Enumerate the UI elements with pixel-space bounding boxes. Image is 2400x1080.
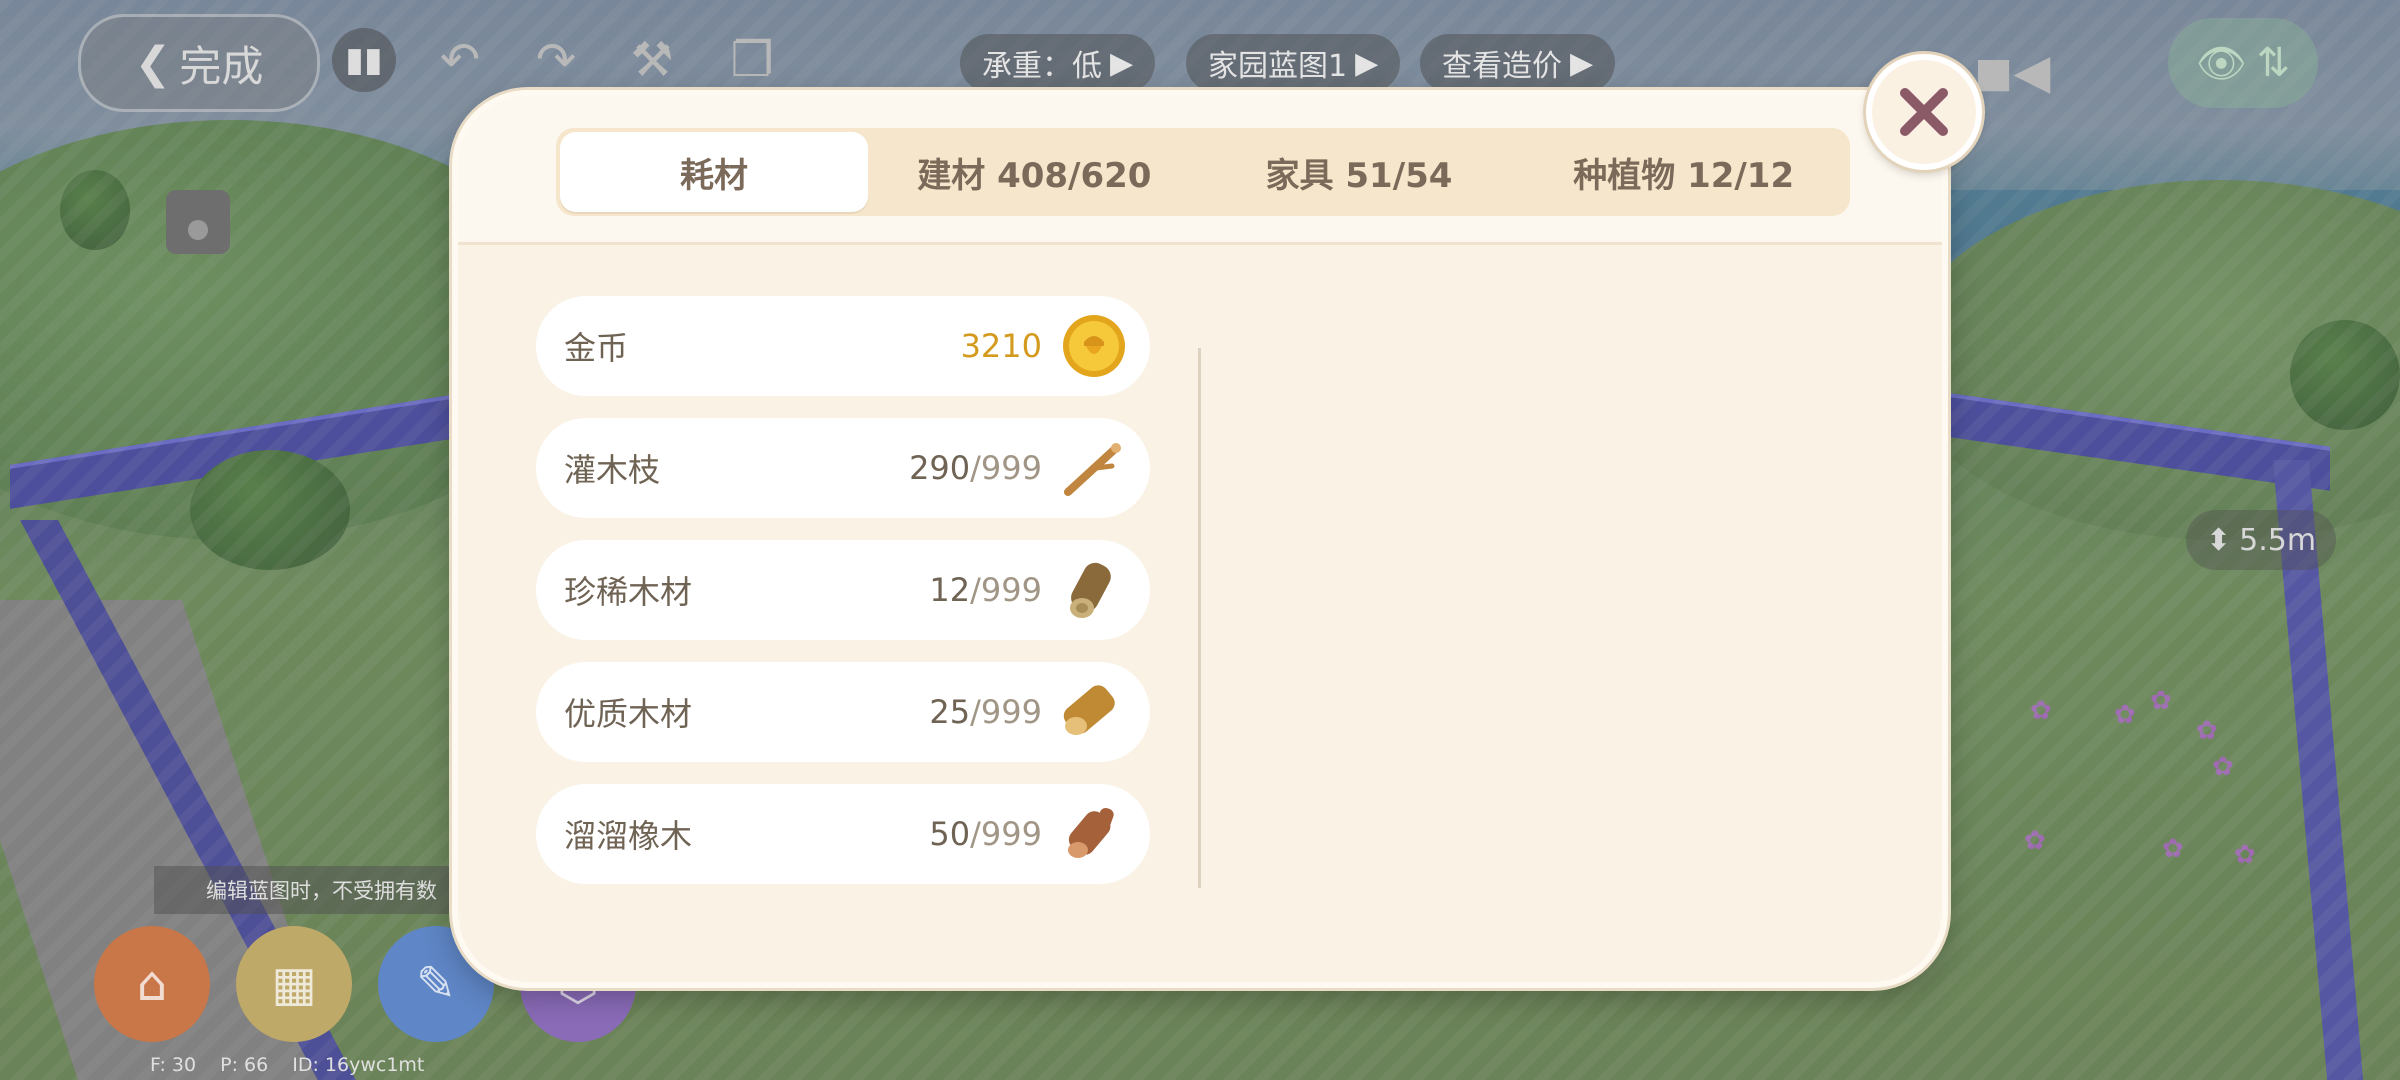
item-count-value: 12: [929, 571, 971, 609]
play-arrow-icon: ▶: [1355, 45, 1379, 81]
undo-icon[interactable]: ↶: [428, 28, 492, 92]
furniture-category-button[interactable]: ⌂: [94, 926, 210, 1042]
up-down-icon: ⬍: [2206, 522, 2232, 558]
notice-text: 编辑蓝图时，不受拥有数: [206, 879, 437, 903]
close-icon: [1900, 88, 1948, 136]
save-icon[interactable]: [166, 190, 230, 254]
tab-consumables[interactable]: 耗材: [560, 132, 868, 212]
item-count: 290/999: [909, 449, 1042, 487]
hammer-icon[interactable]: ⚒: [620, 28, 684, 92]
player-id: ID: 16ywc1mt: [292, 1054, 425, 1076]
item-count-value: 50: [929, 815, 971, 853]
rare-log-icon: [1060, 556, 1128, 624]
load-capacity-pill[interactable]: 承重：低 ▶: [960, 34, 1156, 92]
view-cost-button[interactable]: 查看造价 ▶: [1420, 34, 1616, 92]
load-capacity-label: 承重：低: [982, 49, 1102, 84]
item-name: 金币: [564, 329, 629, 367]
eye-icon: 👁: [2195, 40, 2247, 87]
book-icon[interactable]: ▮▮: [332, 28, 396, 92]
list-item[interactable]: 优质木材 25/999: [536, 662, 1150, 762]
close-button[interactable]: [1866, 54, 1982, 170]
video-camera-icon[interactable]: ◼◀: [1974, 40, 2051, 104]
armchair-icon: ⌂: [136, 956, 168, 1012]
done-label: 完成: [179, 41, 264, 91]
list-item[interactable]: 金币 3210: [536, 296, 1150, 396]
fps-stat: F: 30: [150, 1054, 197, 1076]
list-item[interactable]: 珍稀木材 12/999: [536, 540, 1150, 640]
divider: [1198, 348, 1201, 888]
sort-arrows-icon: ⇅: [2256, 40, 2291, 86]
chevron-left-icon: ❮: [134, 37, 172, 89]
item-name: 溜溜橡木: [564, 817, 693, 855]
debug-stats: F: 30 P: 66 ID: 16ywc1mt: [150, 1054, 442, 1076]
ping-stat: P: 66: [220, 1054, 269, 1076]
item-count-max: /999: [970, 815, 1042, 853]
blueprint-selector[interactable]: 家园蓝图1 ▶: [1186, 34, 1401, 92]
redo-icon[interactable]: ↷: [524, 28, 588, 92]
tab-furniture[interactable]: 家具 51/54: [1197, 132, 1522, 212]
item-name: 珍稀木材: [564, 573, 693, 611]
item-count: 3210: [961, 327, 1042, 365]
play-arrow-icon: ▶: [1570, 45, 1594, 81]
dialog-header: 耗材 建材 408/620 家具 51/54 种植物 12/12: [458, 96, 1942, 245]
item-count-value: 25: [929, 693, 971, 731]
item-name: 灌木枝: [564, 451, 661, 489]
item-count: 25/999: [929, 693, 1042, 731]
oak-log-icon: [1060, 800, 1128, 868]
consumables-list: 金币 3210 灌木枝 290/999 珍稀木材 12/999 优质木材 25/…: [536, 296, 1150, 906]
tab-building-materials[interactable]: 建材 408/620: [872, 132, 1197, 212]
height-indicator[interactable]: ⬍ 5.5m: [2186, 510, 2337, 570]
blueprint-name: 家园蓝图1: [1208, 49, 1348, 84]
list-item[interactable]: 溜溜橡木 50/999: [536, 784, 1150, 884]
copy-icon[interactable]: ❐: [720, 28, 784, 92]
height-value: 5.5m: [2239, 522, 2317, 558]
quality-log-icon: [1060, 678, 1128, 746]
item-count: 50/999: [929, 815, 1042, 853]
view-cost-label: 查看造价: [1442, 49, 1562, 84]
gold-coin-icon: [1060, 312, 1128, 380]
item-name: 优质木材: [564, 695, 693, 733]
item-count-value: 3210: [960, 327, 1042, 365]
item-count: 12/999: [929, 571, 1042, 609]
play-arrow-icon: ▶: [1110, 45, 1134, 81]
materials-dialog: 耗材 建材 408/620 家具 51/54 种植物 12/12 金币 3210…: [452, 90, 1948, 988]
brick-wall-icon: ▦: [271, 956, 317, 1012]
item-count-max: /999: [970, 571, 1042, 609]
tab-plants[interactable]: 种植物 12/12: [1521, 132, 1846, 212]
tab-bar: 耗材 建材 408/620 家具 51/54 种植物 12/12: [556, 128, 1850, 216]
list-item[interactable]: 灌木枝 290/999: [536, 418, 1150, 518]
visibility-toggle-button[interactable]: 👁 ⇅: [2168, 18, 2318, 108]
notice-banner: 编辑蓝图时，不受拥有数: [154, 866, 474, 914]
done-button[interactable]: ❮ 完成: [78, 14, 320, 112]
item-count-value: 290: [909, 449, 971, 487]
item-count-max: /999: [970, 449, 1042, 487]
building-material-button[interactable]: ▦: [236, 926, 352, 1042]
item-count-max: /999: [970, 693, 1042, 731]
brush-icon: ✎: [415, 956, 457, 1012]
twig-icon: [1060, 434, 1128, 502]
